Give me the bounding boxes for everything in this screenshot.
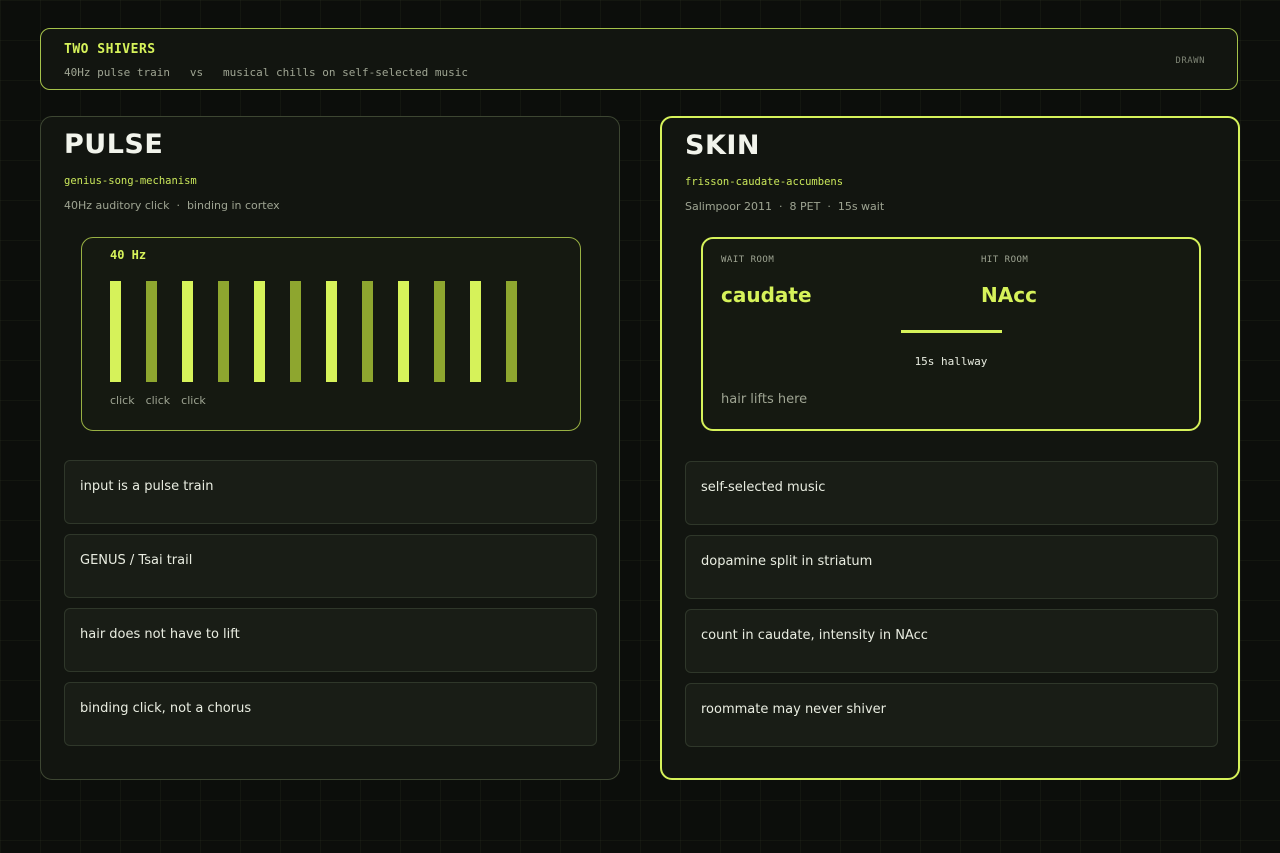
pulse-bar [398,281,409,382]
list-item: hair does not have to lift [64,608,597,672]
header-banner: TWO SHIVERS 40Hz pulse train vs musical … [40,28,1238,90]
list-item: input is a pulse train [64,460,597,524]
hit-room-label: HIT ROOM [981,255,1029,265]
wait-room-value: caudate [721,283,812,307]
list-item: binding click, not a chorus [64,682,597,746]
pulse-meta-b: binding in cortex [186,199,280,212]
wait-room-label: WAIT ROOM [721,255,775,265]
skin-meta-b: 8 PET [789,200,821,213]
click-labels: click click click [110,394,217,407]
pulse-panel: PULSE genius-song-mechanism 40Hz auditor… [40,116,620,780]
list-item: GENUS / Tsai trail [64,534,597,598]
click-label: click [110,394,135,407]
pulse-meta-a: 40Hz auditory click [64,199,170,212]
pulse-bar [290,281,301,382]
drawn-tag: DRAWN [1175,56,1205,66]
pulse-bar [326,281,337,382]
skin-card-list: self-selected music dopamine split in st… [685,461,1218,757]
pulse-train-diagram: 40 Hz click click click [81,237,581,431]
hallway-label: 15s hallway [914,355,988,368]
pulse-bar [362,281,373,382]
pulse-bar [110,281,121,382]
skin-slug: frisson-caudate-accumbens [685,176,844,188]
pulse-bar [182,281,193,382]
subtitle-vs: vs [189,66,204,79]
pulse-bar [146,281,157,382]
meta-separator: · [176,199,180,212]
skin-meta-c: 15s wait [837,200,885,213]
list-item: roommate may never shiver [685,683,1218,747]
hit-room-value: NAcc [981,283,1037,307]
skin-panel: SKIN frisson-caudate-accumbens Salimpoor… [660,116,1240,780]
skin-meta-a: Salimpoor 2011 [685,200,773,213]
click-label: click [181,394,206,407]
pulse-title: PULSE [64,129,164,160]
meta-separator: · [827,200,831,213]
list-item: self-selected music [685,461,1218,525]
skin-meta: Salimpoor 2011 · 8 PET · 15s wait [685,200,884,213]
meta-separator: · [779,200,783,213]
striatum-diagram: WAIT ROOM caudate HIT ROOM NAcc 15s hall… [701,237,1201,431]
page-subtitle: 40Hz pulse train vs musical chills on se… [64,66,468,79]
list-item: count in caudate, intensity in NAcc [685,609,1218,673]
subtitle-chills: musical chills on self-selected music [222,66,469,79]
list-item: dopamine split in striatum [685,535,1218,599]
skin-title: SKIN [685,130,761,161]
pulse-bar [434,281,445,382]
pulse-slug: genius-song-mechanism [64,175,197,187]
click-label: click [145,394,171,407]
pulse-meta: 40Hz auditory click · binding in cortex [64,199,280,212]
pulse-card-list: input is a pulse train GENUS / Tsai trai… [64,460,597,756]
pulse-bar [218,281,229,382]
pulse-bar [254,281,265,382]
hair-note: hair lifts here [721,392,808,407]
hallway-line [901,330,1002,333]
pulse-bar [506,281,517,382]
page-title: TWO SHIVERS [64,42,156,57]
subtitle-pulse: 40Hz pulse train [64,66,170,79]
pulse-bar [470,281,481,382]
